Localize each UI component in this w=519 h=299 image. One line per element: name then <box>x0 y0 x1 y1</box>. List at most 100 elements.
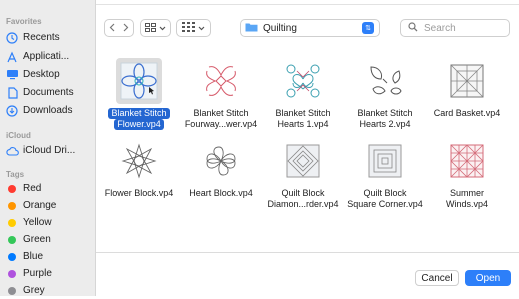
chevron-down-icon <box>198 23 205 33</box>
file-name-line1: Summer <box>449 188 484 198</box>
file-name: Blanket Stitch Fourway...wer.vp4 <box>180 108 262 130</box>
green-dot-icon <box>8 235 16 244</box>
sidebar-item-downloads[interactable]: Downloads <box>5 102 91 119</box>
red-dot-icon <box>8 184 16 193</box>
forward-icon[interactable] <box>119 23 133 34</box>
sidebar-item-applications[interactable]: Applicati... <box>5 48 91 65</box>
file-name: Quilt Block Square Corner.vp4 <box>344 188 426 210</box>
open-button[interactable]: Open <box>465 270 511 286</box>
location-popup[interactable]: Quilting ⇅ <box>240 19 380 37</box>
file-name-line1: Heart Block.vp4 <box>189 188 253 198</box>
download-icon <box>5 104 19 117</box>
file-name-line2: Winds.vp4 <box>445 199 489 209</box>
group-by-button[interactable] <box>176 19 211 37</box>
file-name-line1: Flower Block.vp4 <box>104 188 174 198</box>
blue-dot-icon <box>8 252 16 261</box>
group-grid-icon <box>182 22 195 34</box>
file-name-line1: Blanket Stitch <box>108 108 170 119</box>
file-name: Blanket Stitch Hearts 2.vp4 <box>344 108 426 130</box>
sidebar-item-icloud-drive[interactable]: iCloud Dri... <box>5 142 91 159</box>
sidebar-item-recents[interactable]: Recents <box>5 29 91 46</box>
file-name-line2: Hearts 2.vp4 <box>359 119 411 129</box>
folder-icon <box>245 22 258 35</box>
back-forward-buttons[interactable] <box>104 19 134 37</box>
location-label: Quilting <box>263 22 297 34</box>
tag-yellow[interactable]: Yellow <box>5 214 91 231</box>
sidebar-item-label: Desktop <box>23 69 60 80</box>
yellow-dot-icon <box>8 218 16 227</box>
file-name: Summer Winds.vp4 <box>426 188 508 210</box>
file-item[interactable]: Card Basket.vp4 <box>426 58 508 119</box>
orange-dot-icon <box>8 201 16 210</box>
file-item[interactable]: Blanket Stitch Flower.vp4 <box>98 58 180 130</box>
file-item[interactable]: Quilt Block Diamon...rder.vp4 <box>262 138 344 210</box>
top-edge <box>96 0 519 5</box>
file-item[interactable]: Summer Winds.vp4 <box>426 138 508 210</box>
cloud-icon <box>5 145 19 157</box>
file-name-line2: Flower.vp4 <box>114 119 164 130</box>
search-field[interactable] <box>400 19 510 37</box>
up-down-chevron-icon: ⇅ <box>362 22 374 34</box>
file-name-line1: Blanket Stitch <box>357 108 413 118</box>
heart-block-thumbnail-icon <box>198 138 244 184</box>
file-item[interactable]: Quilt Block Square Corner.vp4 <box>344 138 426 210</box>
tag-label: Blue <box>23 251 44 262</box>
tag-orange[interactable]: Orange <box>5 197 91 214</box>
hearts-leaf-thumbnail-icon <box>362 58 408 104</box>
sidebar-item-label: Recents <box>23 32 60 43</box>
tag-grey[interactable]: Grey <box>5 282 91 299</box>
back-icon[interactable] <box>105 23 119 34</box>
card-basket-thumbnail-icon <box>444 58 490 104</box>
apps-icon <box>5 51 19 63</box>
purple-dot-icon <box>8 269 16 278</box>
search-input[interactable] <box>422 21 506 35</box>
tag-label: Orange <box>23 200 57 211</box>
tag-label: Purple <box>23 268 52 279</box>
file-name-line1: Blanket Stitch <box>275 108 331 118</box>
file-item[interactable]: Flower Block.vp4 <box>98 138 180 199</box>
tag-green[interactable]: Green <box>5 231 91 248</box>
file-name: Blanket Stitch Hearts 1.vp4 <box>262 108 344 130</box>
tag-purple[interactable]: Purple <box>5 265 91 282</box>
sidebar-item-label: Applicati... <box>23 51 70 62</box>
icon-grid-icon <box>145 22 156 34</box>
tag-blue[interactable]: Blue <box>5 248 91 265</box>
file-name: Quilt Block Diamon...rder.vp4 <box>262 188 344 210</box>
view-mode-button[interactable] <box>140 19 171 37</box>
file-name-line2: Square Corner.vp4 <box>347 199 423 209</box>
tag-label: Green <box>23 234 51 245</box>
sidebar-item-label: iCloud Dri... <box>23 145 76 156</box>
document-icon <box>5 86 19 99</box>
tags-header: Tags <box>6 170 25 179</box>
diamond-border-thumbnail-icon <box>280 138 326 184</box>
search-icon <box>408 21 418 35</box>
open-file-dialog: Favorites Recents Applicati... Desktop D… <box>0 0 519 296</box>
sidebar-item-label: Downloads <box>23 105 73 116</box>
sidebar-item-desktop[interactable]: Desktop <box>5 66 91 83</box>
icloud-header: iCloud <box>6 131 31 140</box>
fourway-flower-thumbnail-icon <box>198 58 244 104</box>
summer-winds-thumbnail-icon <box>444 138 490 184</box>
file-item[interactable]: Heart Block.vp4 <box>180 138 262 199</box>
file-name: Heart Block.vp4 <box>180 188 262 199</box>
file-name: Flower Block.vp4 <box>98 188 180 199</box>
hearts-quilt-thumbnail-icon <box>280 58 326 104</box>
tag-label: Grey <box>23 285 45 296</box>
grey-dot-icon <box>8 286 16 295</box>
flower-block-thumbnail-icon <box>116 138 162 184</box>
file-name-line1: Card Basket.vp4 <box>433 108 501 118</box>
square-corner-thumbnail-icon <box>362 138 408 184</box>
cancel-button[interactable]: Cancel <box>415 270 459 286</box>
file-name: Blanket Stitch Flower.vp4 <box>98 108 180 130</box>
desktop-icon <box>5 69 19 81</box>
clock-icon <box>5 31 19 44</box>
file-item[interactable]: Blanket Stitch Hearts 1.vp4 <box>262 58 344 130</box>
file-item[interactable]: Blanket Stitch Hearts 2.vp4 <box>344 58 426 130</box>
file-name-line1: Quilt Block <box>281 188 325 198</box>
sidebar-item-documents[interactable]: Documents <box>5 84 91 101</box>
tag-red[interactable]: Red <box>5 180 91 197</box>
file-name-line2: Diamon...rder.vp4 <box>267 199 339 209</box>
file-name-line2: Fourway...wer.vp4 <box>184 119 258 129</box>
file-item[interactable]: Blanket Stitch Fourway...wer.vp4 <box>180 58 262 130</box>
tag-label: Yellow <box>23 217 52 228</box>
